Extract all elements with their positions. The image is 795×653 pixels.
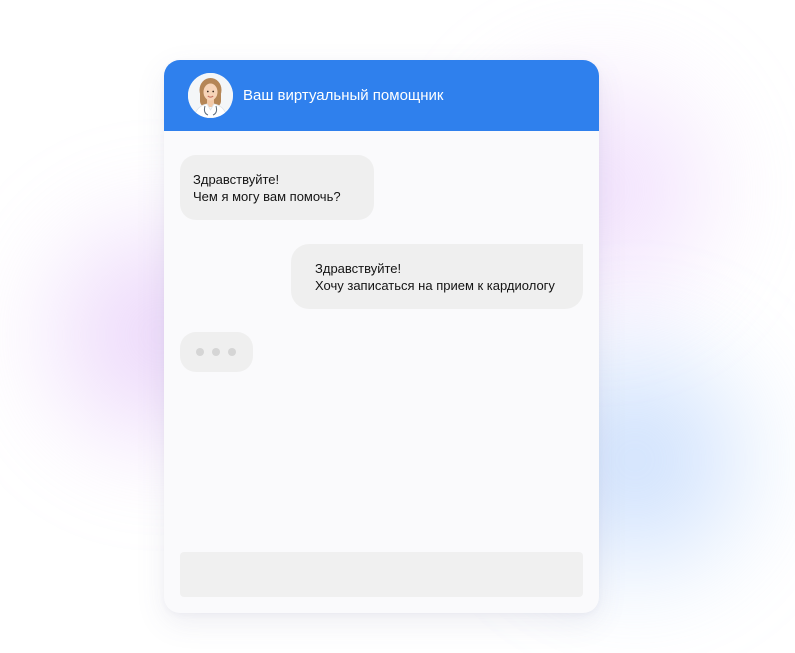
chat-title: Ваш виртуальный помощник [243, 87, 444, 104]
message-input[interactable] [180, 552, 583, 597]
chat-header: Ваш виртуальный помощник [164, 60, 599, 131]
typing-dots-icon [180, 332, 253, 372]
page-background: Ваш виртуальный помощник Здравствуйте! Ч… [0, 0, 795, 653]
typing-dot [196, 348, 204, 356]
typing-dot [212, 348, 220, 356]
message-line: Здравствуйте! [315, 261, 402, 276]
typing-dot [228, 348, 236, 356]
message-line: Здравствуйте! [193, 172, 280, 187]
message-line: Чем я могу вам помочь? [193, 189, 341, 204]
message-line: Хочу записаться на прием к кардиологу [315, 278, 555, 293]
user-message-bubble: Здравствуйте! Хочу записаться на прием к… [291, 244, 583, 309]
bot-message-bubble: Здравствуйте! Чем я могу вам помочь? [180, 155, 374, 220]
chat-window: Ваш виртуальный помощник Здравствуйте! Ч… [164, 60, 599, 613]
doctor-avatar-icon [188, 73, 233, 118]
